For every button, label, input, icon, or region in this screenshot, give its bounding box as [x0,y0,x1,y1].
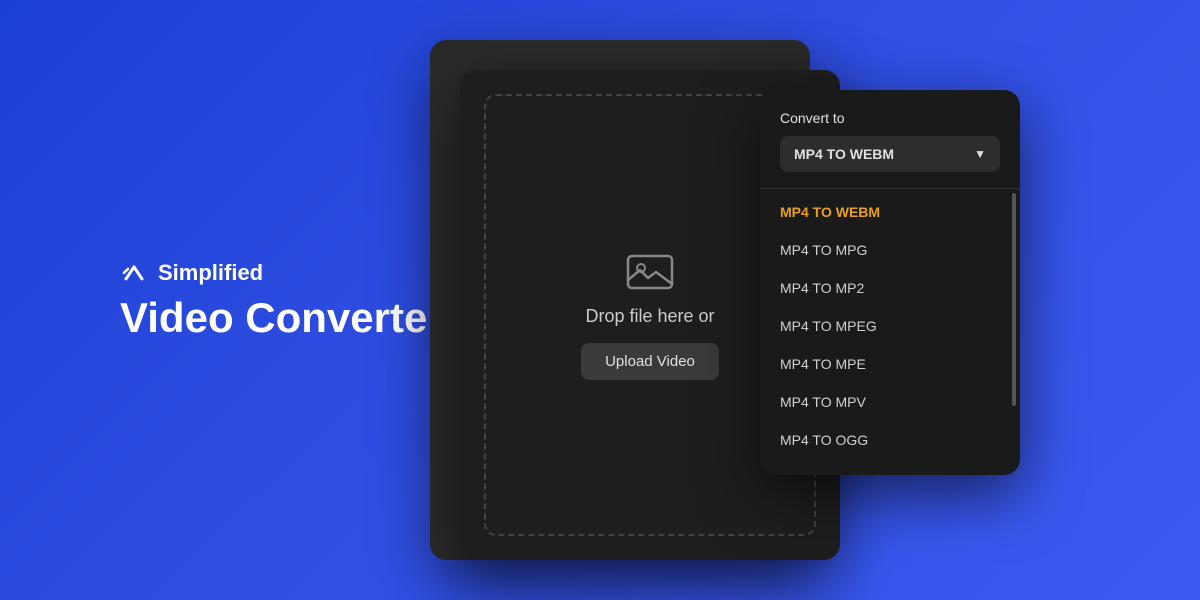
dropdown-item-mpv[interactable]: MP4 TO MPV [760,383,1020,421]
divider [760,188,1020,189]
upload-image-icon [626,250,674,290]
dropdown-item-mpe[interactable]: MP4 TO MPE [760,345,1020,383]
dropdown-item-ogg[interactable]: MP4 TO OGG [760,421,1020,459]
convert-select-trigger[interactable]: MP4 TO WEBM ▼ [780,136,1000,172]
upload-video-button[interactable]: Upload Video [581,343,719,380]
selected-value: MP4 TO WEBM [794,146,894,162]
drop-file-text: Drop file here or [585,306,714,327]
dropdown-panel: Convert to MP4 TO WEBM ▼ MP4 TO WEBM MP4… [760,90,1020,475]
dropdown-item-mpg[interactable]: MP4 TO MPG [760,231,1020,269]
convert-to-label: Convert to [760,110,1020,126]
branding-section: Simplified Video Converter [120,259,444,341]
logo-text: Simplified [158,260,263,286]
simplified-logo-icon [120,259,148,287]
dropdown-list: MP4 TO WEBM MP4 TO MPG MP4 TO MP2 MP4 TO… [760,193,1020,459]
dropdown-item-mp2[interactable]: MP4 TO MP2 [760,269,1020,307]
app-title: Video Converter [120,295,444,341]
chevron-down-icon: ▼ [974,147,986,161]
dropdown-item-mpeg[interactable]: MP4 TO MPEG [760,307,1020,345]
logo-row: Simplified [120,259,444,287]
dropdown-item-webm[interactable]: MP4 TO WEBM [760,193,1020,231]
